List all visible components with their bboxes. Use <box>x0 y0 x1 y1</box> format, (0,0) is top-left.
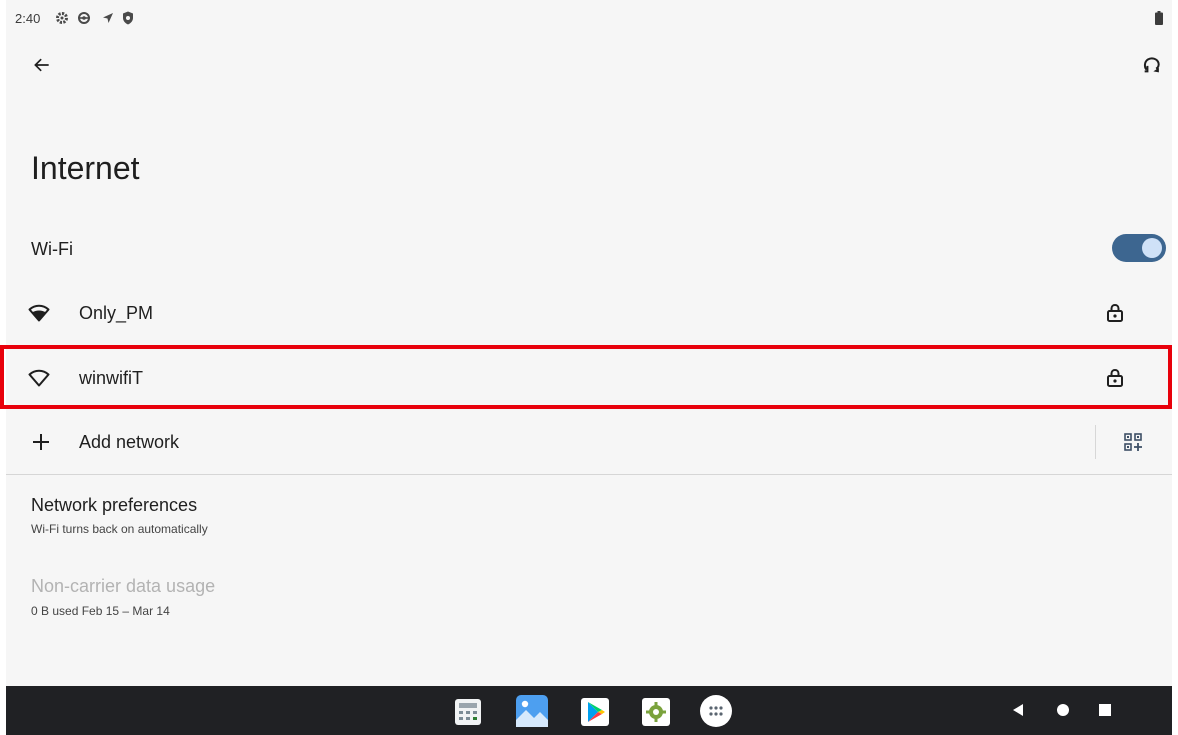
plus-icon <box>33 434 49 450</box>
gallery-app-icon[interactable] <box>515 694 549 728</box>
nav-home-icon <box>1057 704 1069 716</box>
qr-code-scan-icon <box>1124 433 1142 451</box>
settings-gear-icon <box>56 12 68 24</box>
status-bar: 2:40 <box>6 0 1172 40</box>
help-feedback-icon <box>1143 57 1160 73</box>
network-item-winwifit[interactable]: winwifiT <box>6 345 1172 411</box>
location-arrow-icon <box>103 13 113 23</box>
toggle-thumb <box>1142 238 1162 258</box>
play-store-app-icon[interactable] <box>581 698 609 726</box>
data-usage-summary: 0 B used Feb 15 – Mar 14 <box>31 604 170 618</box>
qr-scan-button[interactable] <box>1117 426 1149 458</box>
app-drawer-icon[interactable] <box>699 694 733 728</box>
nav-recents-button[interactable] <box>1095 700 1115 720</box>
add-network-label: Add network <box>79 432 180 452</box>
wifi-toggle[interactable] <box>1112 234 1166 262</box>
page-title: Internet <box>31 150 140 186</box>
nav-recents-icon <box>1099 704 1111 716</box>
section-divider <box>6 474 1172 475</box>
lock-icon <box>1107 368 1123 387</box>
settings-page: 2:40 Internet Wi-Fi Only_PM winwifiT Add… <box>6 0 1172 686</box>
navigation-bar <box>6 686 1172 735</box>
divider <box>1095 425 1096 459</box>
wifi-toggle-row[interactable]: Wi-Fi <box>6 218 1172 278</box>
nav-back-icon <box>1013 704 1023 716</box>
wifi-signal-weak-icon <box>28 369 50 387</box>
network-ssid: winwifiT <box>79 368 144 388</box>
screen: 2:40 Internet Wi-Fi Only_PM winwifiT Add… <box>0 0 1178 735</box>
help-feedback-button[interactable] <box>1134 47 1170 83</box>
network-preferences-title: Network preferences <box>31 495 198 515</box>
settings-gear-alt-icon <box>78 12 90 24</box>
network-ssid: Only_PM <box>79 303 154 323</box>
network-preferences-summary: Wi-Fi turns back on automatically <box>31 522 208 536</box>
nav-back-button[interactable] <box>1008 700 1028 720</box>
back-button[interactable] <box>24 47 60 83</box>
data-usage-row: Non-carrier data usage 0 B used Feb 15 –… <box>6 562 1172 632</box>
calculator-app-icon[interactable] <box>454 698 482 726</box>
wifi-label: Wi-Fi <box>31 239 73 259</box>
lock-icon <box>1107 303 1123 322</box>
add-network-row[interactable]: Add network <box>6 410 1172 474</box>
shield-icon <box>123 11 133 25</box>
network-item-only-pm[interactable]: Only_PM <box>6 280 1172 346</box>
dev-tools-app-icon[interactable] <box>642 698 670 726</box>
battery-icon <box>1155 11 1163 25</box>
network-preferences-row[interactable]: Network preferences Wi-Fi turns back on … <box>6 480 1172 550</box>
arrow-back-icon <box>34 58 49 72</box>
wifi-signal-full-icon <box>28 304 50 322</box>
data-usage-title: Non-carrier data usage <box>31 576 216 596</box>
status-time: 2:40 <box>15 11 41 26</box>
nav-home-button[interactable] <box>1053 700 1073 720</box>
